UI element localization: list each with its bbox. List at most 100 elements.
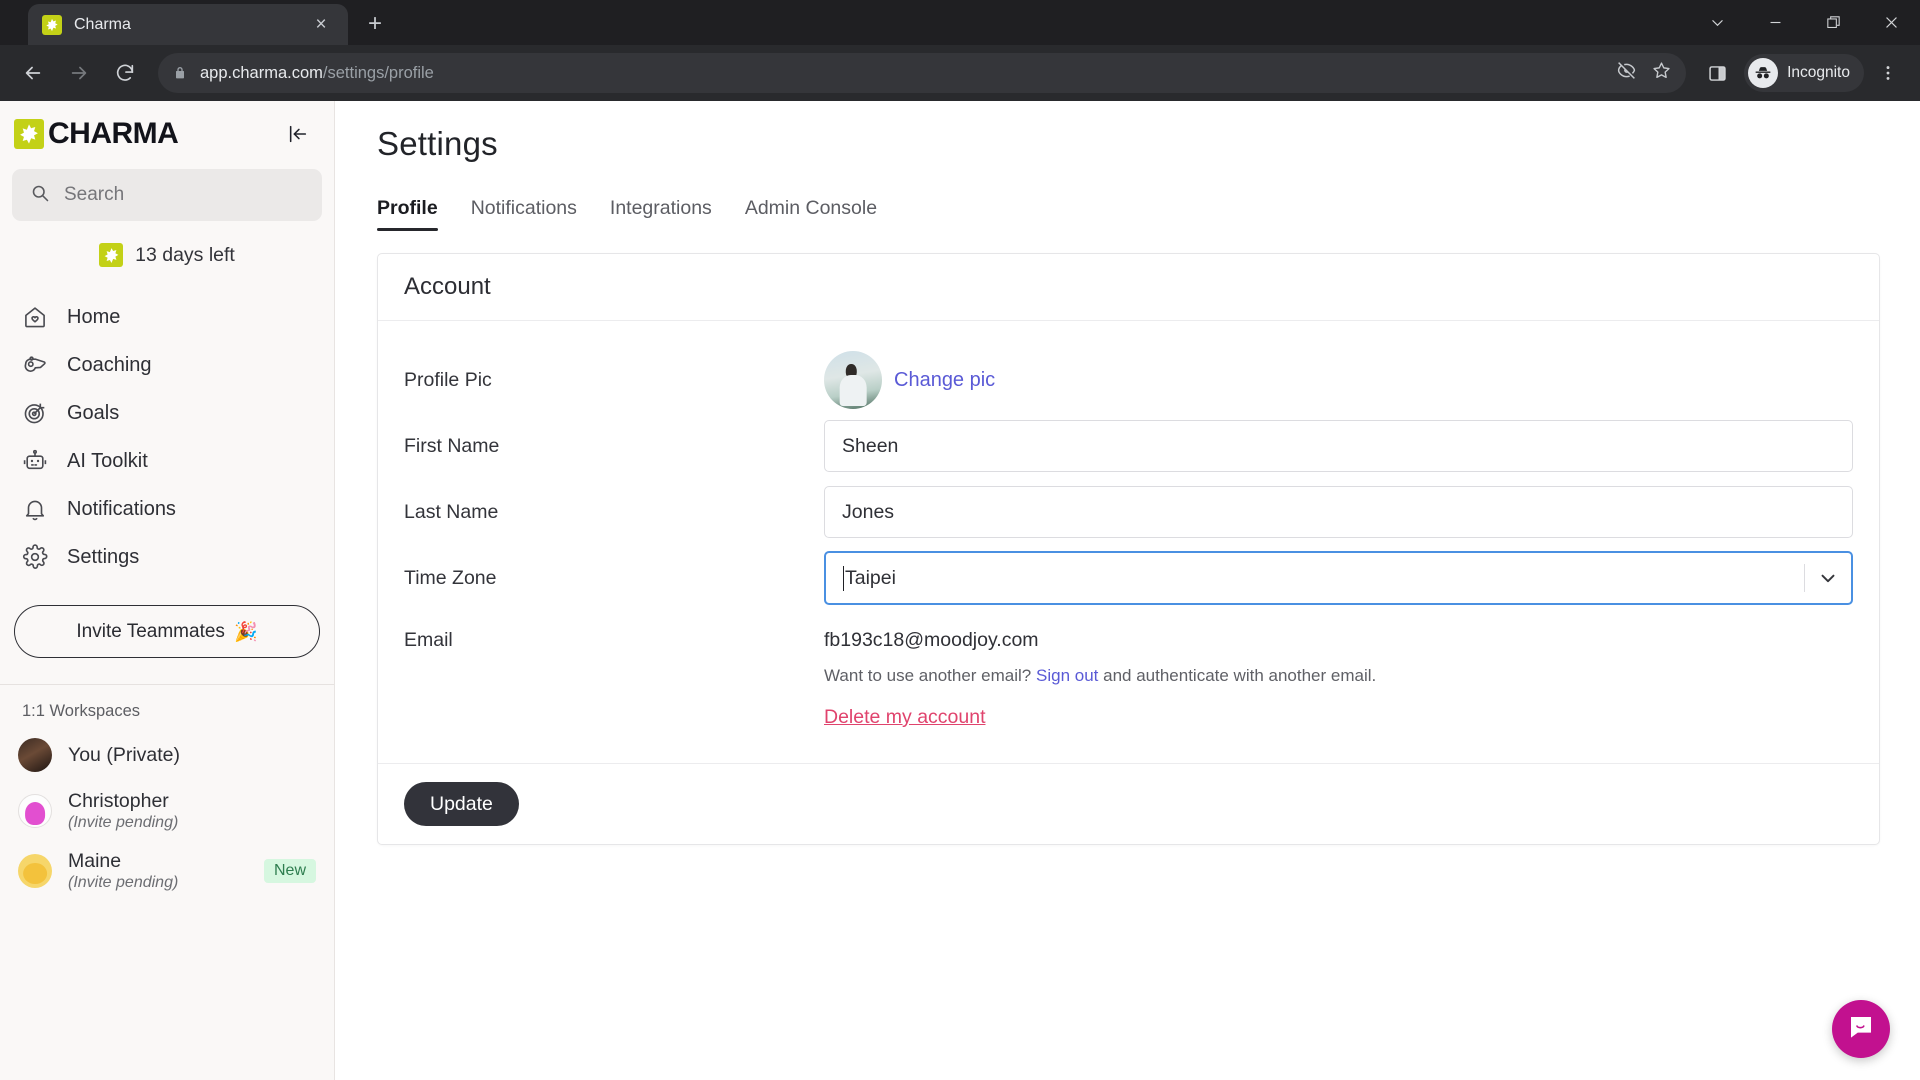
url-host: app.charma.com [200,63,323,82]
side-panel-icon[interactable] [1698,54,1736,92]
address-bar-url: app.charma.com/settings/profile [200,64,434,83]
row-first-name: First Name [404,413,1853,479]
trial-status[interactable]: 13 days left [0,221,334,281]
email-address: fb193c18@moodjoy.com [824,629,1039,651]
row-email: Email fb193c18@moodjoy.com Want to use a… [404,611,1853,729]
gear-icon [22,544,48,570]
address-bar[interactable]: app.charma.com/settings/profile [158,53,1687,93]
target-icon [22,400,48,426]
workspace-item-christopher[interactable]: Christopher (Invite pending) [0,781,334,841]
window-minimize-icon[interactable] [1746,0,1804,45]
sidebar-item-settings[interactable]: Settings [0,533,334,581]
brand-logo-text: CHARMA [48,117,179,150]
first-name-input[interactable] [824,420,1853,472]
robot-icon [22,448,48,474]
tracking-protection-eye-off-icon[interactable] [1616,60,1637,86]
reload-icon[interactable] [104,52,146,94]
charma-star-icon [14,119,44,149]
workspace-item-you[interactable]: You (Private) [0,729,334,781]
bell-icon [22,496,48,522]
avatar [824,351,882,409]
last-name-input[interactable] [824,486,1853,538]
app-sidebar: CHARMA 13 days left [0,101,335,1080]
email-label: Email [404,629,453,651]
collapse-sidebar-icon[interactable] [284,120,312,148]
sidebar-item-label: Notifications [67,497,176,520]
settings-tabs: Profile Notifications Integrations Admin… [377,197,1880,231]
sidebar-item-label: Goals [67,401,120,424]
account-card-footer: Update [378,763,1879,844]
url-path: /settings/profile [322,63,434,82]
sidebar-search[interactable] [12,169,322,221]
workspace-status: (Invite pending) [68,814,179,831]
incognito-label: Incognito [1787,64,1850,81]
email-help-before: Want to use another email? [824,666,1036,685]
address-bar-actions [1616,60,1672,86]
tab-profile[interactable]: Profile [377,197,438,231]
sidebar-item-coaching[interactable]: Coaching [0,341,334,389]
trial-days-left-label: 13 days left [135,243,235,266]
update-button[interactable]: Update [404,782,519,826]
row-last-name: Last Name [404,479,1853,545]
tab-close-icon[interactable]: × [308,12,334,38]
whistle-icon [22,352,48,378]
page-title: Settings [377,125,498,162]
new-tab-button[interactable]: + [358,7,392,41]
invite-teammates-label: Invite Teammates [76,620,225,642]
charma-star-icon [99,243,124,267]
browser-menu-icon[interactable] [1868,53,1908,93]
last-name-label: Last Name [404,500,499,523]
bookmark-star-icon[interactable] [1651,60,1672,86]
browser-tab[interactable]: Charma × [28,4,348,45]
sign-out-link[interactable]: Sign out [1036,666,1098,685]
workspaces-heading: 1:1 Workspaces [22,702,140,720]
time-zone-label: Time Zone [404,566,497,589]
home-heart-icon [22,304,48,330]
charma-star-icon [42,14,62,35]
time-zone-value: Taipei [845,566,896,589]
account-card-header: Account [378,254,1879,321]
tab-integrations[interactable]: Integrations [610,197,712,231]
sidebar-nav: Home Coaching Goals AI Toolkit Notificat… [0,281,334,581]
window-controls [1688,0,1920,45]
browser-tab-strip: Charma × + [0,0,1920,45]
invite-teammates-button[interactable]: Invite Teammates 🎉 [14,605,320,658]
sidebar-item-goals[interactable]: Goals [0,389,334,437]
settings-main: Settings Profile Notifications Integrati… [335,101,1920,1080]
search-input[interactable] [64,184,309,206]
account-card-title: Account [404,273,491,300]
account-card: Account Profile Pic Change pic First Nam… [377,253,1880,845]
sidebar-item-label: Coaching [67,353,152,376]
chevron-down-icon[interactable] [1805,567,1851,589]
sidebar-item-notifications[interactable]: Notifications [0,485,334,533]
time-zone-select[interactable]: Taipei [824,551,1853,605]
back-arrow-icon[interactable] [12,52,54,94]
tab-search-chevron-down-icon[interactable] [1688,0,1746,45]
window-close-icon[interactable] [1862,0,1920,45]
sidebar-item-ai-toolkit[interactable]: AI Toolkit [0,437,334,485]
tab-admin-console[interactable]: Admin Console [745,197,877,231]
workspace-name: You (Private) [68,743,181,766]
sidebar-item-home[interactable]: Home [0,293,334,341]
page-content: CHARMA 13 days left [0,101,1920,1080]
browser-window: Charma × + app.charma.com/settings/profi… [0,0,1920,1080]
avatar [18,854,52,889]
search-icon [30,183,50,208]
row-time-zone: Time Zone Taipei [404,545,1853,611]
email-help-text: Want to use another email? Sign out and … [824,666,1853,686]
incognito-icon [1748,58,1779,88]
change-pic-button[interactable]: Change pic [894,369,995,392]
tab-notifications[interactable]: Notifications [471,197,577,231]
time-zone-value-wrap: Taipei [826,565,1805,591]
row-profile-pic: Profile Pic Change pic [404,347,1853,413]
incognito-profile-button[interactable]: Incognito [1744,54,1864,92]
chat-bubble-icon [1846,1012,1876,1047]
workspace-name: Maine [68,850,122,873]
workspace-item-maine[interactable]: Maine (Invite pending) New [0,841,334,901]
open-chat-button[interactable] [1832,1000,1890,1058]
forward-arrow-icon[interactable] [58,52,100,94]
text-caret [843,565,844,591]
delete-my-account-link[interactable]: Delete my account [824,706,986,729]
window-maximize-icon[interactable] [1804,0,1862,45]
email-help-after: and authenticate with another email. [1098,666,1377,685]
